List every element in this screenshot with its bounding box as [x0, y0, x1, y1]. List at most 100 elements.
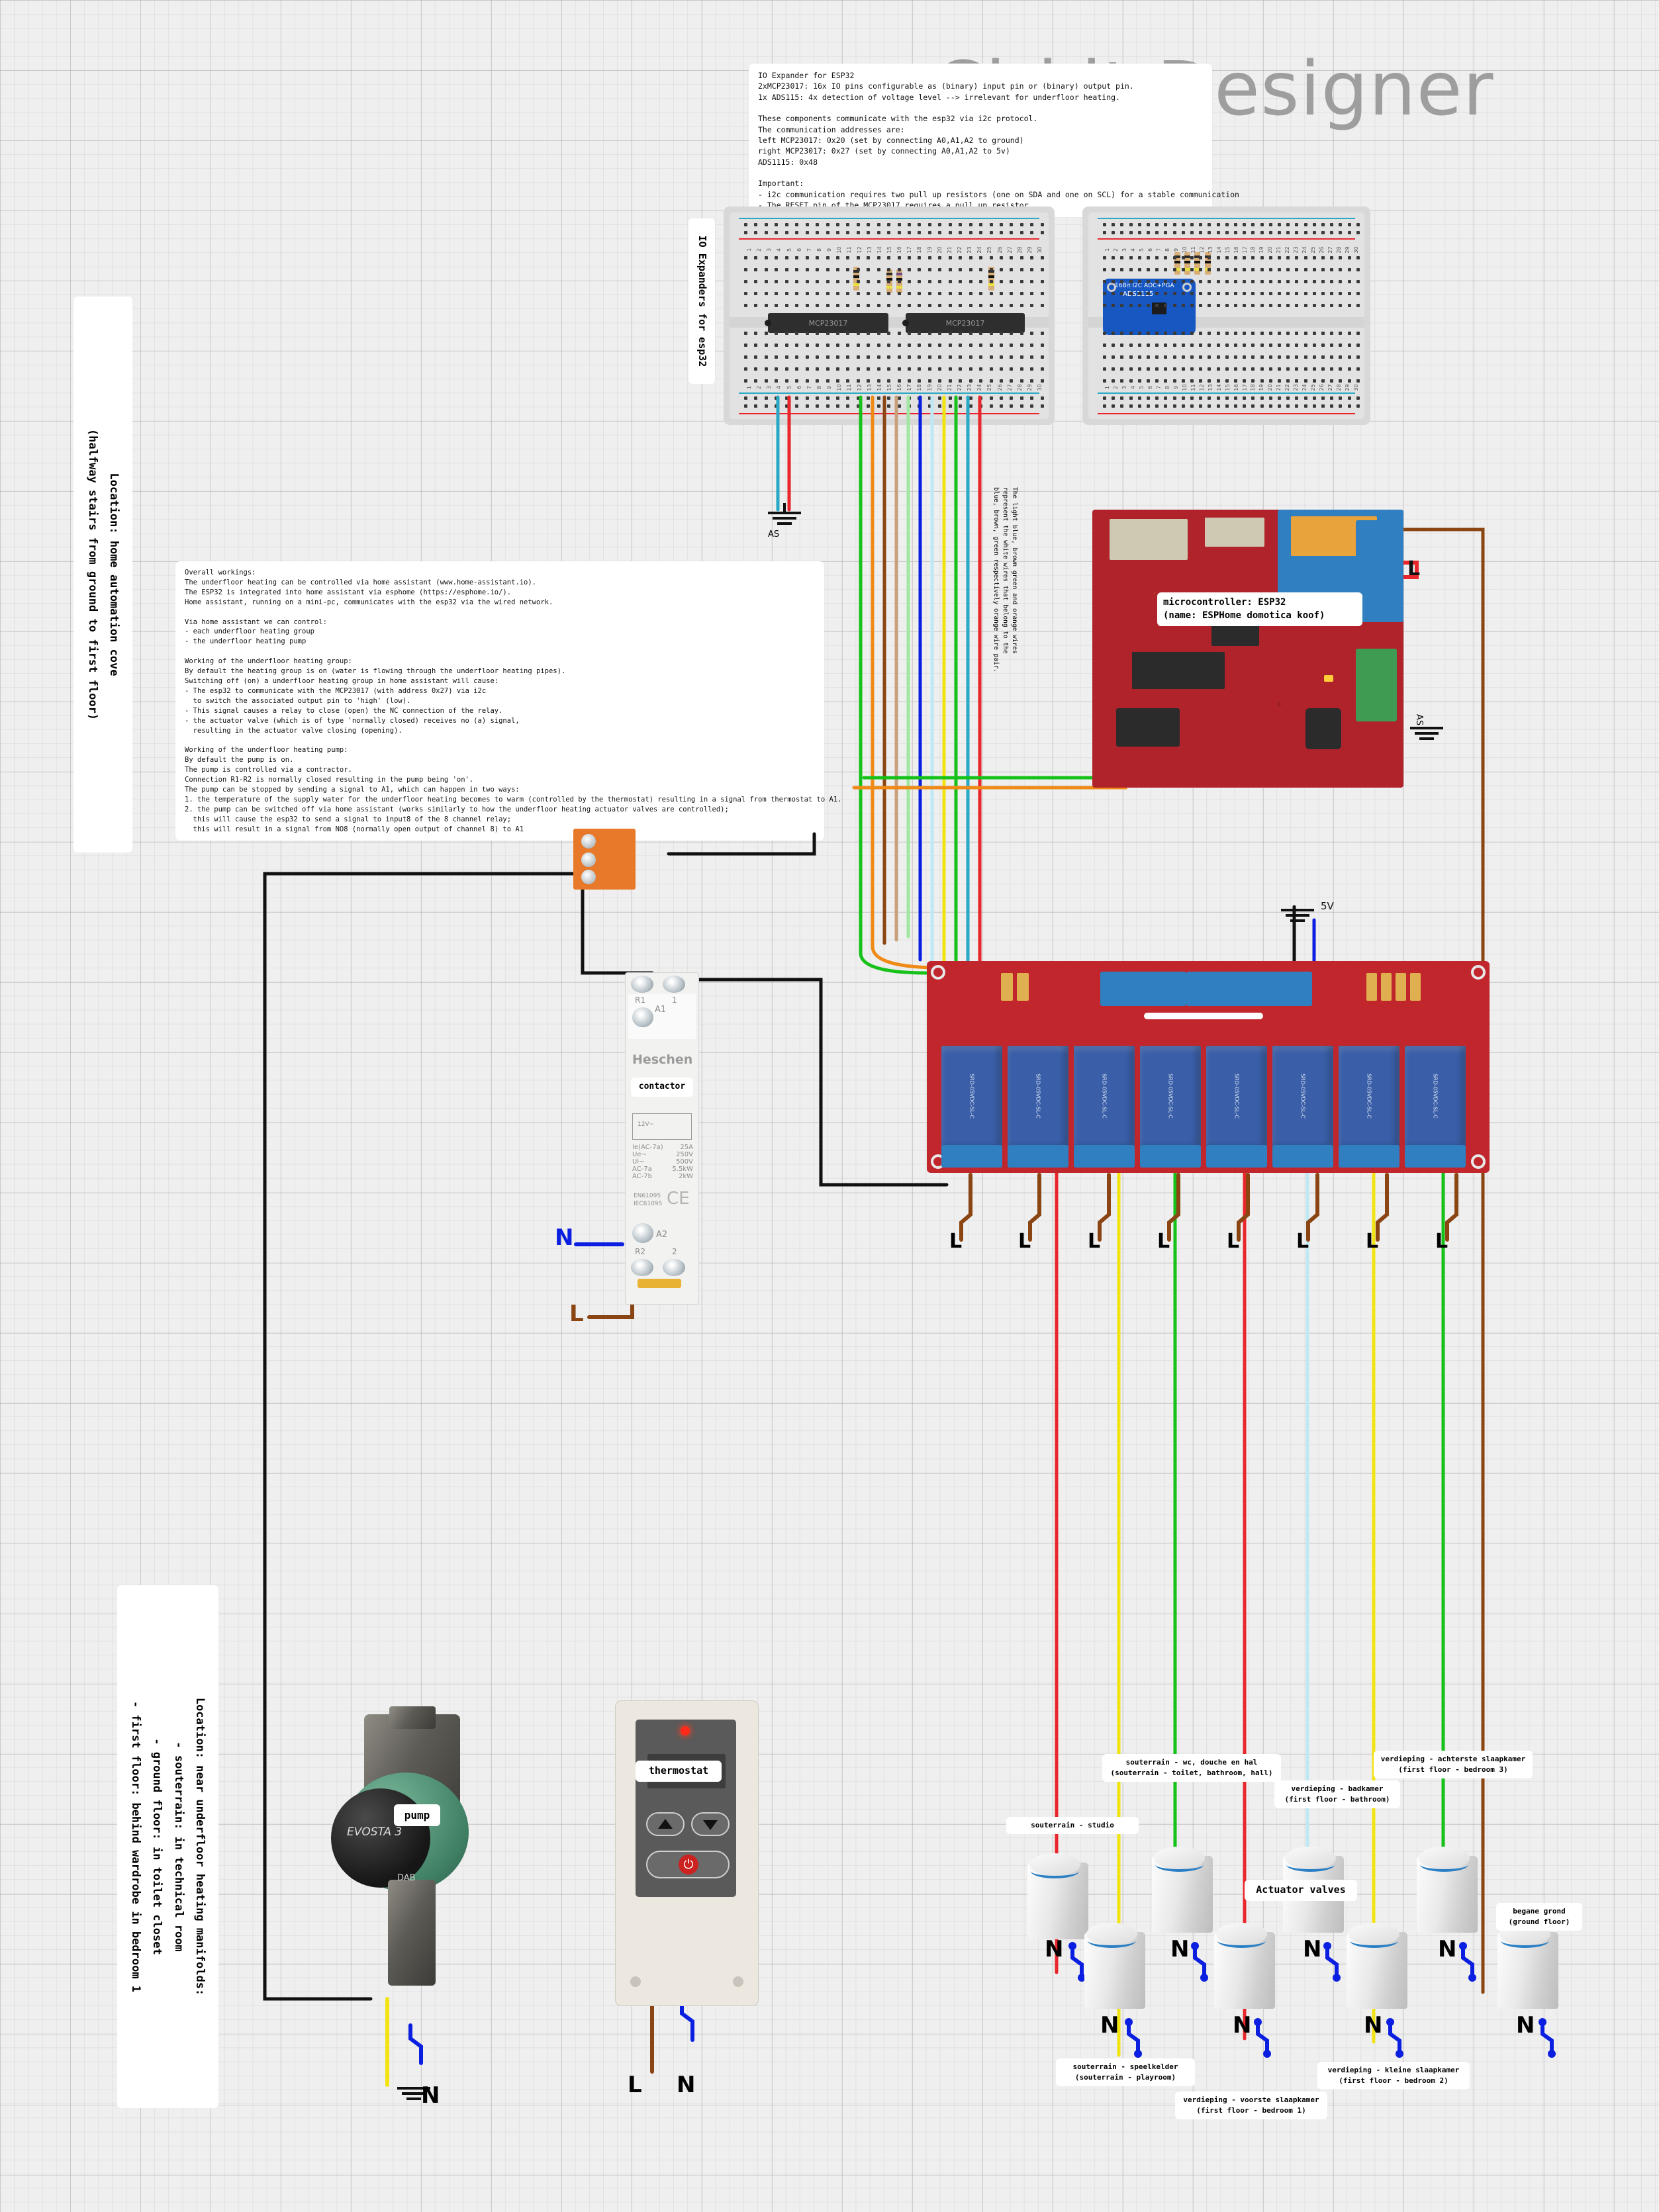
breadboard-hole[interactable] [948, 292, 952, 295]
breadboard-hole[interactable] [1199, 256, 1203, 259]
breadboard-hole[interactable] [897, 404, 901, 408]
breadboard-hole[interactable] [927, 223, 931, 226]
breadboard-hole[interactable] [764, 256, 768, 259]
breadboard-hole[interactable] [1216, 304, 1220, 307]
breadboard-hole[interactable] [999, 231, 1003, 234]
breadboard-hole[interactable] [1129, 268, 1133, 271]
breadboard-hole[interactable] [1330, 332, 1334, 335]
breadboard-hole[interactable] [1137, 367, 1141, 371]
breadboard-hole[interactable] [826, 344, 830, 347]
breadboard-hole[interactable] [1172, 223, 1176, 226]
breadboard-hole[interactable] [1234, 332, 1238, 335]
breadboard-hole[interactable] [1251, 355, 1255, 359]
breadboard-hole[interactable] [764, 355, 768, 359]
breadboard-hole[interactable] [856, 404, 860, 408]
breadboard-hole[interactable] [1339, 379, 1343, 383]
breadboard-hole[interactable] [887, 223, 891, 226]
breadboard-hole[interactable] [1164, 367, 1168, 371]
breadboard-hole[interactable] [775, 223, 779, 226]
breadboard-hole[interactable] [1155, 268, 1159, 271]
contactor-screw-r1-top[interactable] [631, 976, 653, 993]
breadboard-hole[interactable] [1040, 367, 1044, 371]
breadboard-hole[interactable] [1137, 231, 1141, 234]
breadboard-hole[interactable] [1278, 280, 1282, 283]
breadboard-hole[interactable] [1112, 404, 1115, 408]
breadboard-hole[interactable] [867, 404, 871, 408]
breadboard-hole[interactable] [846, 292, 850, 295]
breadboard-hole[interactable] [1112, 231, 1115, 234]
breadboard-hole[interactable] [784, 304, 788, 307]
breadboard-hole[interactable] [1019, 268, 1023, 271]
breadboard-hole[interactable] [1147, 268, 1151, 271]
breadboard-hole[interactable] [1181, 280, 1185, 283]
breadboard-hole[interactable] [1234, 396, 1238, 400]
breadboard-hole[interactable] [1234, 379, 1238, 383]
breadboard-hole[interactable] [1312, 268, 1316, 271]
breadboard-hole[interactable] [1312, 231, 1316, 234]
breadboard-hole[interactable] [1312, 223, 1316, 226]
breadboard-hole[interactable] [959, 292, 963, 295]
breadboard-hole[interactable] [979, 292, 983, 295]
breadboard-hole[interactable] [948, 268, 952, 271]
breadboard-hole[interactable] [938, 404, 942, 408]
breadboard-hole[interactable] [1120, 304, 1124, 307]
breadboard-hole[interactable] [1234, 344, 1238, 347]
breadboard-hole[interactable] [856, 396, 860, 400]
breadboard-hole[interactable] [877, 404, 880, 408]
breadboard-hole[interactable] [1304, 379, 1307, 383]
breadboard-hole[interactable] [1147, 280, 1151, 283]
breadboard-hole[interactable] [979, 256, 983, 259]
actuator-valve-5[interactable] [1084, 1923, 1145, 2009]
breadboard-hole[interactable] [1181, 256, 1185, 259]
breadboard-hole[interactable] [1181, 355, 1185, 359]
breadboard-hole[interactable] [1172, 355, 1176, 359]
breadboard-hole[interactable] [1103, 332, 1106, 335]
breadboard-hole[interactable] [897, 280, 901, 283]
breadboard-hole[interactable] [1040, 280, 1044, 283]
breadboard-hole[interactable] [1225, 280, 1229, 283]
breadboard-hole[interactable] [969, 304, 972, 307]
breadboard-hole[interactable] [835, 268, 839, 271]
breadboard-hole[interactable] [1164, 304, 1168, 307]
breadboard-hole[interactable] [1278, 268, 1282, 271]
breadboard-hole[interactable] [1304, 344, 1307, 347]
breadboard-hole[interactable] [1030, 280, 1034, 283]
breadboard-hole[interactable] [1137, 355, 1141, 359]
breadboard-hole[interactable] [795, 332, 799, 335]
breadboard-hole[interactable] [948, 396, 952, 400]
terminal-screw-1[interactable] [581, 834, 596, 849]
breadboard-hole[interactable] [1155, 344, 1159, 347]
breadboard-hole[interactable] [927, 355, 931, 359]
breadboard-hole[interactable] [1321, 280, 1325, 283]
breadboard-hole[interactable] [1295, 280, 1299, 283]
breadboard-hole[interactable] [948, 367, 952, 371]
breadboard-hole[interactable] [1295, 344, 1299, 347]
breadboard-hole[interactable] [1129, 344, 1133, 347]
breadboard-hole[interactable] [1304, 367, 1307, 371]
breadboard-hole[interactable] [938, 332, 942, 335]
breadboard-hole[interactable] [979, 355, 983, 359]
breadboard-hole[interactable] [979, 280, 983, 283]
breadboard-hole[interactable] [1295, 332, 1299, 335]
breadboard-hole[interactable] [979, 304, 983, 307]
breadboard-hole[interactable] [775, 292, 779, 295]
breadboard-hole[interactable] [1347, 396, 1351, 400]
actuator-valve-6[interactable] [1214, 1923, 1275, 2009]
breadboard-hole[interactable] [867, 292, 871, 295]
breadboard-hole[interactable] [1155, 379, 1159, 383]
breadboard-hole[interactable] [764, 367, 768, 371]
breadboard-hole[interactable] [1190, 355, 1194, 359]
breadboard-hole[interactable] [1199, 304, 1203, 307]
breadboard-hole[interactable] [908, 304, 911, 307]
breadboard-hole[interactable] [1010, 268, 1014, 271]
breadboard-hole[interactable] [1339, 256, 1343, 259]
breadboard-hole[interactable] [948, 231, 952, 234]
breadboard-hole[interactable] [1010, 256, 1014, 259]
breadboard-hole[interactable] [1019, 355, 1023, 359]
breadboard-hole[interactable] [754, 256, 758, 259]
breadboard-hole[interactable] [1286, 355, 1290, 359]
breadboard-hole[interactable] [1129, 304, 1133, 307]
breadboard-hole[interactable] [1040, 256, 1044, 259]
breadboard-hole[interactable] [1268, 332, 1272, 335]
breadboard-hole[interactable] [1120, 231, 1124, 234]
